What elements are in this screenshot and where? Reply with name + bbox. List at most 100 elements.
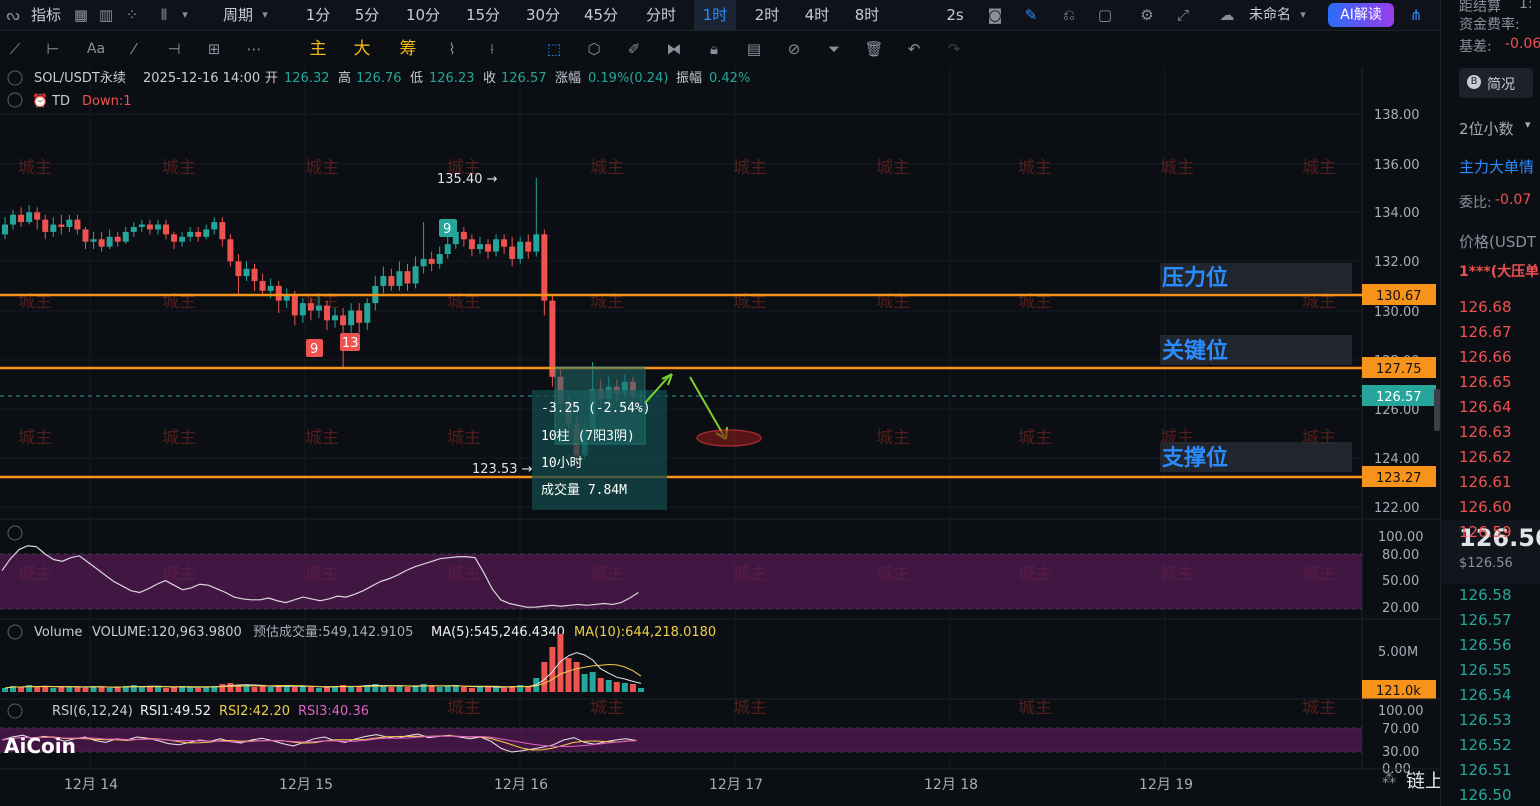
ask-price[interactable]: 126.60 <box>1459 498 1512 516</box>
layout-icon[interactable]: ▥ <box>96 0 116 30</box>
svg-text:100.00: 100.00 <box>1378 704 1424 719</box>
ask-price[interactable]: 126.64 <box>1459 398 1512 416</box>
svg-text:城主: 城主 <box>18 428 52 448</box>
support-label: 支撑位 <box>1162 445 1228 471</box>
big-order-link[interactable]: 主力大单情 <box>1459 156 1534 177</box>
symbol-pair: SOL/USDT永续 <box>34 71 126 86</box>
text-tool-icon[interactable]: Aa <box>84 31 108 67</box>
ask-price[interactable]: 126.59 <box>1459 523 1512 541</box>
share-icon[interactable]: ⋔ <box>1404 0 1428 30</box>
refresh-speed[interactable]: 2s <box>940 0 970 30</box>
calendar-icon[interactable]: ▦ <box>72 0 90 30</box>
layout-name[interactable]: 未命名 <box>1240 0 1300 30</box>
pen-icon[interactable]: ✎ <box>1020 0 1042 30</box>
candle-body <box>356 310 363 323</box>
ask-price[interactable]: 126.62 <box>1459 448 1512 466</box>
ask-price[interactable]: 126.68 <box>1459 298 1512 316</box>
select-icon[interactable]: ⬚ <box>544 31 564 67</box>
more-icon[interactable]: ⋯ <box>244 31 264 67</box>
chevron-down-icon[interactable]: ▾ <box>1525 118 1531 131</box>
tf-45m[interactable]: 45分 <box>578 0 624 30</box>
camera-icon[interactable]: ◙ <box>984 0 1006 30</box>
ai-interpret-button[interactable]: AI解读 <box>1328 3 1394 27</box>
template-icon[interactable]: ▤ <box>744 31 764 67</box>
eraser-icon[interactable]: ✐ <box>624 31 644 67</box>
simple-info-button[interactable]: B 简况 <box>1459 68 1533 98</box>
decimals-select[interactable]: 2位小数 <box>1459 118 1514 139</box>
big-order-toggle[interactable]: 大 <box>352 31 372 67</box>
chart-canvas[interactable]: 城主 城主 城主 城主 城主 城主 城主 城主 城主 城主 城主 城主 城主 城… <box>0 67 1440 806</box>
fullscreen-icon[interactable]: ⤢ <box>1172 0 1194 30</box>
candle-body <box>90 239 97 242</box>
redo-arrow-icon[interactable]: ↷ <box>944 31 964 67</box>
volume-bar <box>348 687 355 692</box>
chevron-down-icon[interactable]: ▾ <box>1296 0 1310 30</box>
alarm-icon: ⏰ <box>32 92 48 109</box>
bid-price[interactable]: 126.54 <box>1459 686 1512 704</box>
tf-timeline[interactable]: 分时 <box>638 0 684 30</box>
cloud-icon[interactable]: ☁ <box>1218 0 1236 30</box>
cross-line-icon[interactable]: ⊣ <box>164 31 184 67</box>
tf-2h[interactable]: 2时 <box>746 0 788 30</box>
candle-body <box>525 241 532 252</box>
trend-line-icon[interactable]: ⟋ <box>6 31 24 67</box>
bid-price[interactable]: 126.55 <box>1459 661 1512 679</box>
bid-price[interactable]: 126.51 <box>1459 761 1512 779</box>
tf-4h[interactable]: 4时 <box>796 0 838 30</box>
svg-text:城主: 城主 <box>876 428 910 448</box>
brush-icon[interactable]: ⁄ <box>124 31 144 67</box>
horizontal-line-icon[interactable]: ⊢ <box>44 31 62 67</box>
measure-time: 10小时 <box>541 456 583 471</box>
tf-8h[interactable]: 8时 <box>846 0 888 30</box>
svg-text:121.0k: 121.0k <box>1376 684 1421 699</box>
bid-price[interactable]: 126.50 <box>1459 786 1512 804</box>
bid-price[interactable]: 126.58 <box>1459 586 1512 604</box>
svg-text:70.00: 70.00 <box>1382 722 1419 737</box>
tf-1m[interactable]: 1分 <box>298 0 338 30</box>
filter-icon[interactable]: ⏷ <box>824 31 844 67</box>
ask-price[interactable]: 126.61 <box>1459 473 1512 491</box>
undo-arrow-icon[interactable]: ↶ <box>904 31 924 67</box>
bid-price[interactable]: 126.52 <box>1459 736 1512 754</box>
tf-15m[interactable]: 15分 <box>460 0 506 30</box>
lock-icon[interactable]: 🔒︎ <box>704 31 724 67</box>
ask-price[interactable]: 126.67 <box>1459 323 1512 341</box>
chevron-down-icon[interactable]: ▾ <box>178 0 192 30</box>
volume-bar <box>130 685 137 692</box>
magnet-icon[interactable]: ⊞ <box>204 31 224 67</box>
svg-text:12月 19: 12月 19 <box>1139 777 1193 793</box>
tf-10m[interactable]: 10分 <box>400 0 446 30</box>
indicator-icon[interactable]: ᔓ <box>4 0 22 30</box>
trash-icon[interactable]: 🗑︎ <box>864 31 884 67</box>
candle-body <box>227 239 234 262</box>
undo-icon[interactable]: ⎌ <box>1058 0 1080 30</box>
main-force-toggle[interactable]: 主 <box>308 31 328 67</box>
period-button[interactable]: 周期 <box>218 0 258 30</box>
tf-30m[interactable]: 30分 <box>520 0 566 30</box>
bid-price[interactable]: 126.53 <box>1459 711 1512 729</box>
settings-icon[interactable]: ⚙ <box>1136 0 1158 30</box>
bid-price[interactable]: 126.56 <box>1459 636 1512 654</box>
measure-icon[interactable]: ⬡ <box>584 31 604 67</box>
ask-price[interactable]: 126.66 <box>1459 348 1512 366</box>
ask-price[interactable]: 126.65 <box>1459 373 1512 391</box>
candle-body <box>219 222 226 240</box>
tf-1h[interactable]: 1时 <box>694 0 736 30</box>
candle-body <box>340 315 347 326</box>
indicators-button[interactable]: 指标 <box>26 0 66 30</box>
draw-icon[interactable]: ⌇ <box>442 31 462 67</box>
volume-bar <box>501 688 508 692</box>
candle-body <box>468 239 475 250</box>
window-icon[interactable]: ▢ <box>1094 0 1116 30</box>
bid-price[interactable]: 126.57 <box>1459 611 1512 629</box>
ruler-tool-icon[interactable]: ⟊ <box>482 31 502 67</box>
candle-type-icon[interactable]: ⫴ <box>154 0 174 30</box>
volume-bar <box>98 687 105 692</box>
compare-icon[interactable]: ⧓ <box>664 31 684 67</box>
chevron-down-icon[interactable]: ▾ <box>258 0 272 30</box>
ask-price[interactable]: 126.63 <box>1459 423 1512 441</box>
tf-5m[interactable]: 5分 <box>346 0 388 30</box>
chip-toggle[interactable]: 筹 <box>398 31 418 67</box>
grid-icon[interactable]: ⁘ <box>122 0 142 30</box>
link-icon[interactable]: ⊘ <box>784 31 804 67</box>
